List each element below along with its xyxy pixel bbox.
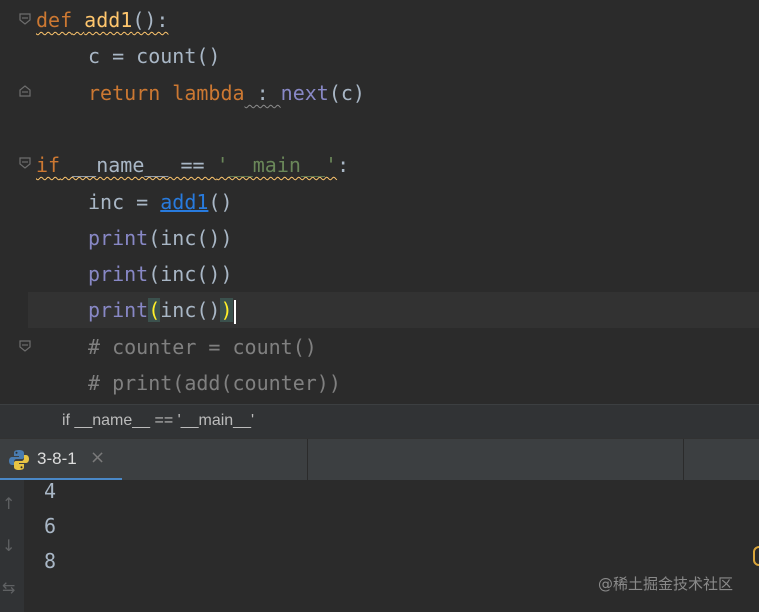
code-text: inc() xyxy=(160,298,221,322)
comment-text: # counter = count() xyxy=(88,335,317,359)
code-text: c = count() xyxy=(88,44,221,68)
code-line-3[interactable]: return lambda : next(c) xyxy=(88,75,365,111)
code-text: inc = xyxy=(88,190,161,214)
console-output[interactable]: ↑ ↓ ⇆ 4 6 8 @稀土掘金技术社区 xyxy=(0,479,759,612)
matched-brace-open: ( xyxy=(148,298,161,322)
code-text: : xyxy=(337,153,350,177)
string-literal: '__main__' xyxy=(216,153,338,177)
soft-wrap-icon[interactable]: ⇆ xyxy=(2,578,15,597)
code-text: : xyxy=(244,81,281,105)
code-text: () xyxy=(208,190,233,214)
tab-run-config[interactable]: 3-8-1 × xyxy=(0,439,122,481)
output-line: 4 xyxy=(44,479,57,503)
builtin-print: print xyxy=(88,298,149,322)
editor-gutter xyxy=(0,0,31,404)
tab-label: 3-8-1 xyxy=(37,449,77,468)
code-text: (inc()) xyxy=(148,262,233,286)
close-icon[interactable]: × xyxy=(90,447,105,468)
code-line-5[interactable]: inc = add1() xyxy=(88,184,233,220)
breadcrumb-item[interactable]: if __name__ == '__main__' xyxy=(62,412,254,430)
output-line: 8 xyxy=(44,549,57,573)
output-line: 6 xyxy=(44,514,57,538)
builtin-next: next xyxy=(280,81,329,105)
fold-open-icon[interactable] xyxy=(18,339,32,353)
watermark: @稀土掘金技术社区 xyxy=(598,575,734,593)
fold-open-icon[interactable] xyxy=(18,12,32,26)
arrow-up-icon[interactable]: ↑ xyxy=(2,494,15,513)
keyword-return: return xyxy=(88,81,161,105)
code-line-6[interactable]: print(inc()) xyxy=(88,220,233,256)
code-text: (c) xyxy=(328,81,365,105)
fold-end-icon[interactable] xyxy=(18,84,32,98)
code-line-7[interactable]: print(inc()) xyxy=(88,256,233,292)
keyword-lambda: lambda xyxy=(172,81,245,105)
code-line-9[interactable]: # counter = count() xyxy=(88,329,317,365)
breadcrumb[interactable]: if __name__ == '__main__' xyxy=(0,404,759,438)
code-line-1[interactable]: def add1(): xyxy=(36,2,168,38)
code-text: (inc()) xyxy=(148,226,233,250)
keyword-def: def xyxy=(36,8,73,32)
code-text: __name__ == xyxy=(60,153,217,177)
console-toolbar: ↑ ↓ ⇆ xyxy=(0,480,24,612)
fold-open-icon[interactable] xyxy=(18,156,32,170)
code-line-2[interactable]: c = count() xyxy=(88,38,220,74)
code-line-8[interactable]: print(inc()) xyxy=(88,292,236,328)
builtin-print: print xyxy=(88,262,149,286)
comment-text: # print(add(counter)) xyxy=(88,371,341,395)
code-line-10[interactable]: # print(add(counter)) xyxy=(88,365,341,401)
divider xyxy=(307,439,308,481)
code-line-4[interactable]: if __name__ == '__main__': xyxy=(36,147,349,183)
divider xyxy=(683,439,684,481)
matched-brace-close: ) xyxy=(220,298,233,322)
function-name: add1 xyxy=(84,8,133,32)
keyword-if: if xyxy=(36,153,61,177)
arrow-down-icon[interactable]: ↓ xyxy=(2,536,15,555)
text-caret xyxy=(233,299,236,324)
code-text: (): xyxy=(132,8,169,32)
builtin-print: print xyxy=(88,226,149,250)
add1-reference-link[interactable]: add1 xyxy=(160,190,208,214)
python-icon xyxy=(9,450,29,470)
code-editor[interactable]: def add1(): c = count() return lambda : … xyxy=(0,0,759,404)
run-tool-tabs: 3-8-1 × xyxy=(0,438,759,481)
notification-edge-icon[interactable] xyxy=(753,546,759,566)
